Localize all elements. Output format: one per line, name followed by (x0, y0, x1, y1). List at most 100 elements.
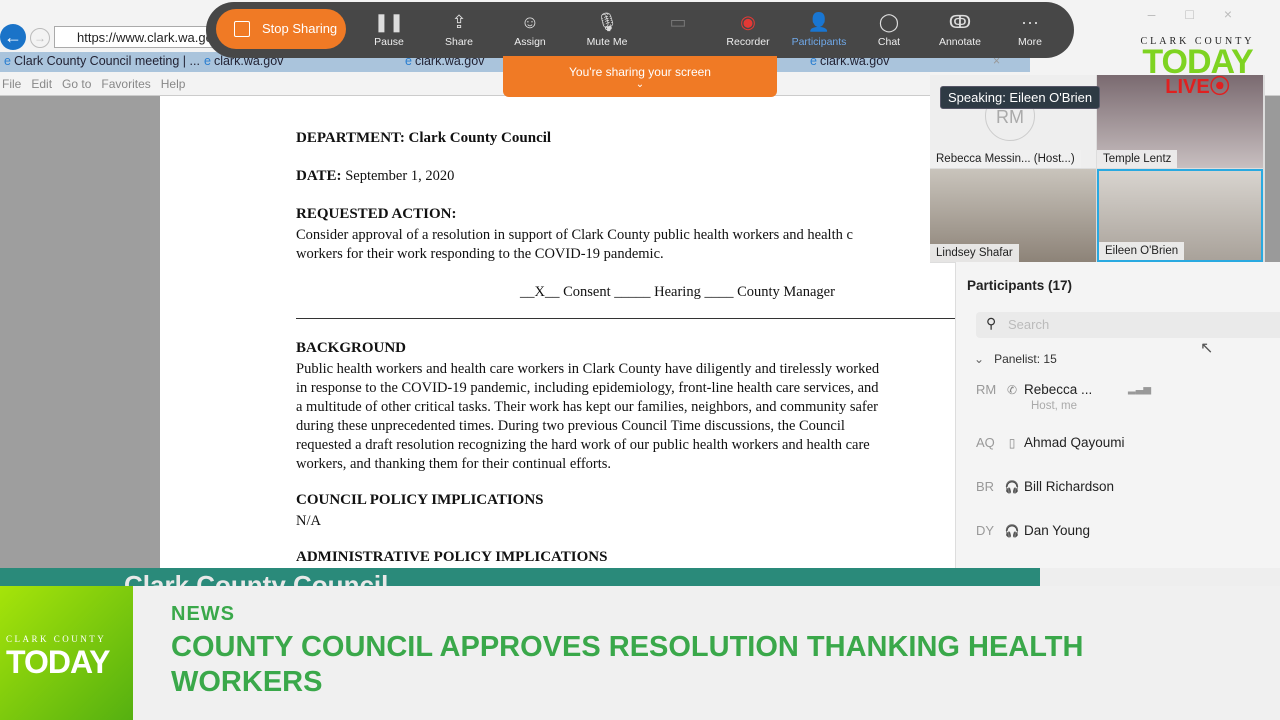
news-category: NEWS (171, 603, 235, 625)
strip-text: Clark County Council (124, 570, 389, 586)
label: More (1018, 36, 1042, 48)
avatar: DY (976, 523, 995, 538)
video-tile-active[interactable]: Eileen O'Brien (1097, 169, 1263, 262)
panelist-group-toggle[interactable]: ⌄ Panelist: 15 (974, 352, 1057, 366)
mute-button[interactable]: 🎙 Mute Me (577, 10, 637, 48)
window-controls[interactable]: –□× (1148, 6, 1262, 22)
annotate-button[interactable]: ↂ Annotate (930, 10, 990, 48)
label: Annotate (938, 36, 982, 48)
text-line: a multitude of other critical tasks. The… (296, 399, 878, 415)
assign-button[interactable]: ☺ Assign (500, 10, 560, 48)
assign-icon: ☺ (520, 12, 540, 32)
participant-row[interactable]: DY 🎧 Dan Young (976, 523, 1090, 538)
council-heading: COUNCIL POLICY IMPLICATIONS (296, 492, 544, 508)
pause-icon: ❚❚ (373, 12, 405, 32)
headset-icon: 🎧 (1004, 480, 1020, 494)
stop-sharing-label: Stop Sharing (262, 21, 338, 36)
label: Pause (374, 36, 404, 48)
chevron-down-icon: ⌄ (974, 352, 985, 366)
text-line: during these unprecedented times. During… (296, 418, 845, 434)
menu-edit[interactable]: Edit (31, 77, 52, 91)
requested-heading: REQUESTED ACTION: (296, 206, 457, 222)
menu-goto[interactable]: Go to (62, 77, 91, 91)
search-placeholder: Search (1008, 317, 1050, 332)
share-icon: ⇪ (451, 12, 467, 32)
signal-icon: ▂▃▅ (1128, 384, 1152, 395)
menu-bar: File Edit Go to Favorites Help (0, 77, 193, 91)
participant-name: Rebecca ... (1024, 382, 1093, 397)
label: Participants (791, 36, 847, 48)
video-button[interactable]: ▭ (648, 10, 708, 36)
more-icon: ··· (1021, 12, 1039, 32)
menu-help[interactable]: Help (161, 77, 186, 91)
annotate-icon: ↂ (948, 12, 972, 32)
label: Share (444, 36, 474, 48)
chat-button[interactable]: ◯ Chat (859, 10, 919, 48)
text-line: N/A (296, 513, 321, 529)
text-line: in response to the COVID-19 pandemic, in… (296, 380, 879, 396)
stop-sharing-button[interactable]: Stop Sharing (216, 9, 346, 49)
participant-row[interactable]: AQ ▯ Ahmad Qayoumi (976, 435, 1125, 450)
pause-button[interactable]: ❚❚ Pause (359, 10, 419, 48)
group-label: Panelist: 15 (994, 352, 1057, 366)
clark-county-today-live-logo: CLARK COUNTY TODAY LIVE⦿ (1140, 36, 1255, 98)
tile-name: Eileen O'Brien (1099, 242, 1185, 260)
action-options: __X__ Consent _____ Hearing ____ County … (520, 284, 835, 300)
mobile-icon: ▯ (1008, 436, 1016, 450)
text-line: requested a draft resolution recognizing… (296, 437, 870, 453)
participant-name: Dan Young (1024, 523, 1091, 538)
participant-row[interactable]: BR 🎧 Bill Richardson (976, 479, 1114, 494)
meeting-toolbar: Stop Sharing ❚❚ Pause ⇪ Share ☺ Assign 🎙 Mut… (206, 2, 1074, 58)
avatar: RM (976, 382, 997, 397)
stop-icon (234, 21, 250, 37)
more-button[interactable]: ··· More (1000, 10, 1060, 48)
tab-label: Clark County Council meeting | ... (13, 54, 200, 68)
back-button[interactable]: ← (0, 24, 26, 50)
sharing-text: You're sharing your screen (569, 65, 711, 79)
video-tile[interactable]: Lindsey Shafar (930, 169, 1096, 262)
participants-panel: Participants (17) ⚲ Search ⌄ Panelist: 15 … (955, 262, 1280, 585)
clark-county-today-logo: CLARK COUNTY TODAY (0, 586, 133, 720)
menu-file[interactable]: File (2, 77, 21, 91)
divider (296, 318, 956, 319)
participants-button[interactable]: 👤 Participants (789, 10, 849, 48)
label: Mute Me (586, 36, 628, 48)
participant-row[interactable]: RM ✆ Rebecca ... Host, me ▂▃▅ (976, 382, 1151, 412)
background-heading: BACKGROUND (296, 340, 407, 356)
text-line: workers, and thanking them for their con… (296, 456, 612, 472)
search-icon: ⚲ (986, 315, 997, 331)
date-line: DATE: September 1, 2020 (296, 168, 455, 184)
chat-icon: ◯ (878, 12, 900, 32)
text-line: Public health workers and health care wo… (296, 361, 880, 377)
mouse-cursor-icon: ↖ (1200, 340, 1214, 357)
participant-name: Bill Richardson (1024, 479, 1115, 494)
mic-muted-icon: 🎙 (595, 12, 619, 32)
label: Recorder (726, 36, 770, 48)
chevron-down-icon: ⌄ (635, 79, 645, 90)
label: Chat (877, 36, 901, 48)
label: Assign (514, 36, 546, 48)
avatar: AQ (976, 435, 995, 450)
search-input[interactable]: ⚲ Search (976, 312, 1280, 338)
tile-name: Temple Lentz (1097, 150, 1178, 168)
recorder-button[interactable]: ◉ Recorder (718, 10, 778, 48)
tile-name: Lindsey Shafar (930, 244, 1019, 262)
phone-icon: ✆ (1006, 383, 1018, 397)
participant-name: Ahmad Qayoumi (1024, 435, 1125, 450)
headset-icon: 🎧 (1004, 524, 1020, 538)
participants-icon: 👤 (807, 12, 831, 32)
share-button[interactable]: ⇪ Share (429, 10, 489, 48)
tab[interactable]: e Clark County Council meeting | ... (4, 54, 200, 68)
admin-heading: ADMINISTRATIVE POLICY IMPLICATIONS (296, 549, 608, 565)
text-line: Consider approval of a resolution in sup… (296, 227, 853, 243)
menu-favorites[interactable]: Favorites (101, 77, 150, 91)
participant-role: Host, me (1031, 400, 1078, 412)
news-headline: COUNTY COUNCIL APPROVES RESOLUTION THANK… (171, 631, 1084, 698)
sharing-banner[interactable]: You're sharing your screen ⌄ (503, 56, 777, 97)
panel-title: Participants (17) (967, 278, 1073, 293)
text-line: workers for their work responding to the… (296, 246, 664, 262)
speaking-indicator: Speaking: Eileen O'Brien (940, 86, 1101, 109)
forward-button[interactable]: → (30, 28, 50, 48)
broadcast-strip: Clark County Council (0, 568, 1040, 586)
strip-end (1040, 568, 1280, 586)
